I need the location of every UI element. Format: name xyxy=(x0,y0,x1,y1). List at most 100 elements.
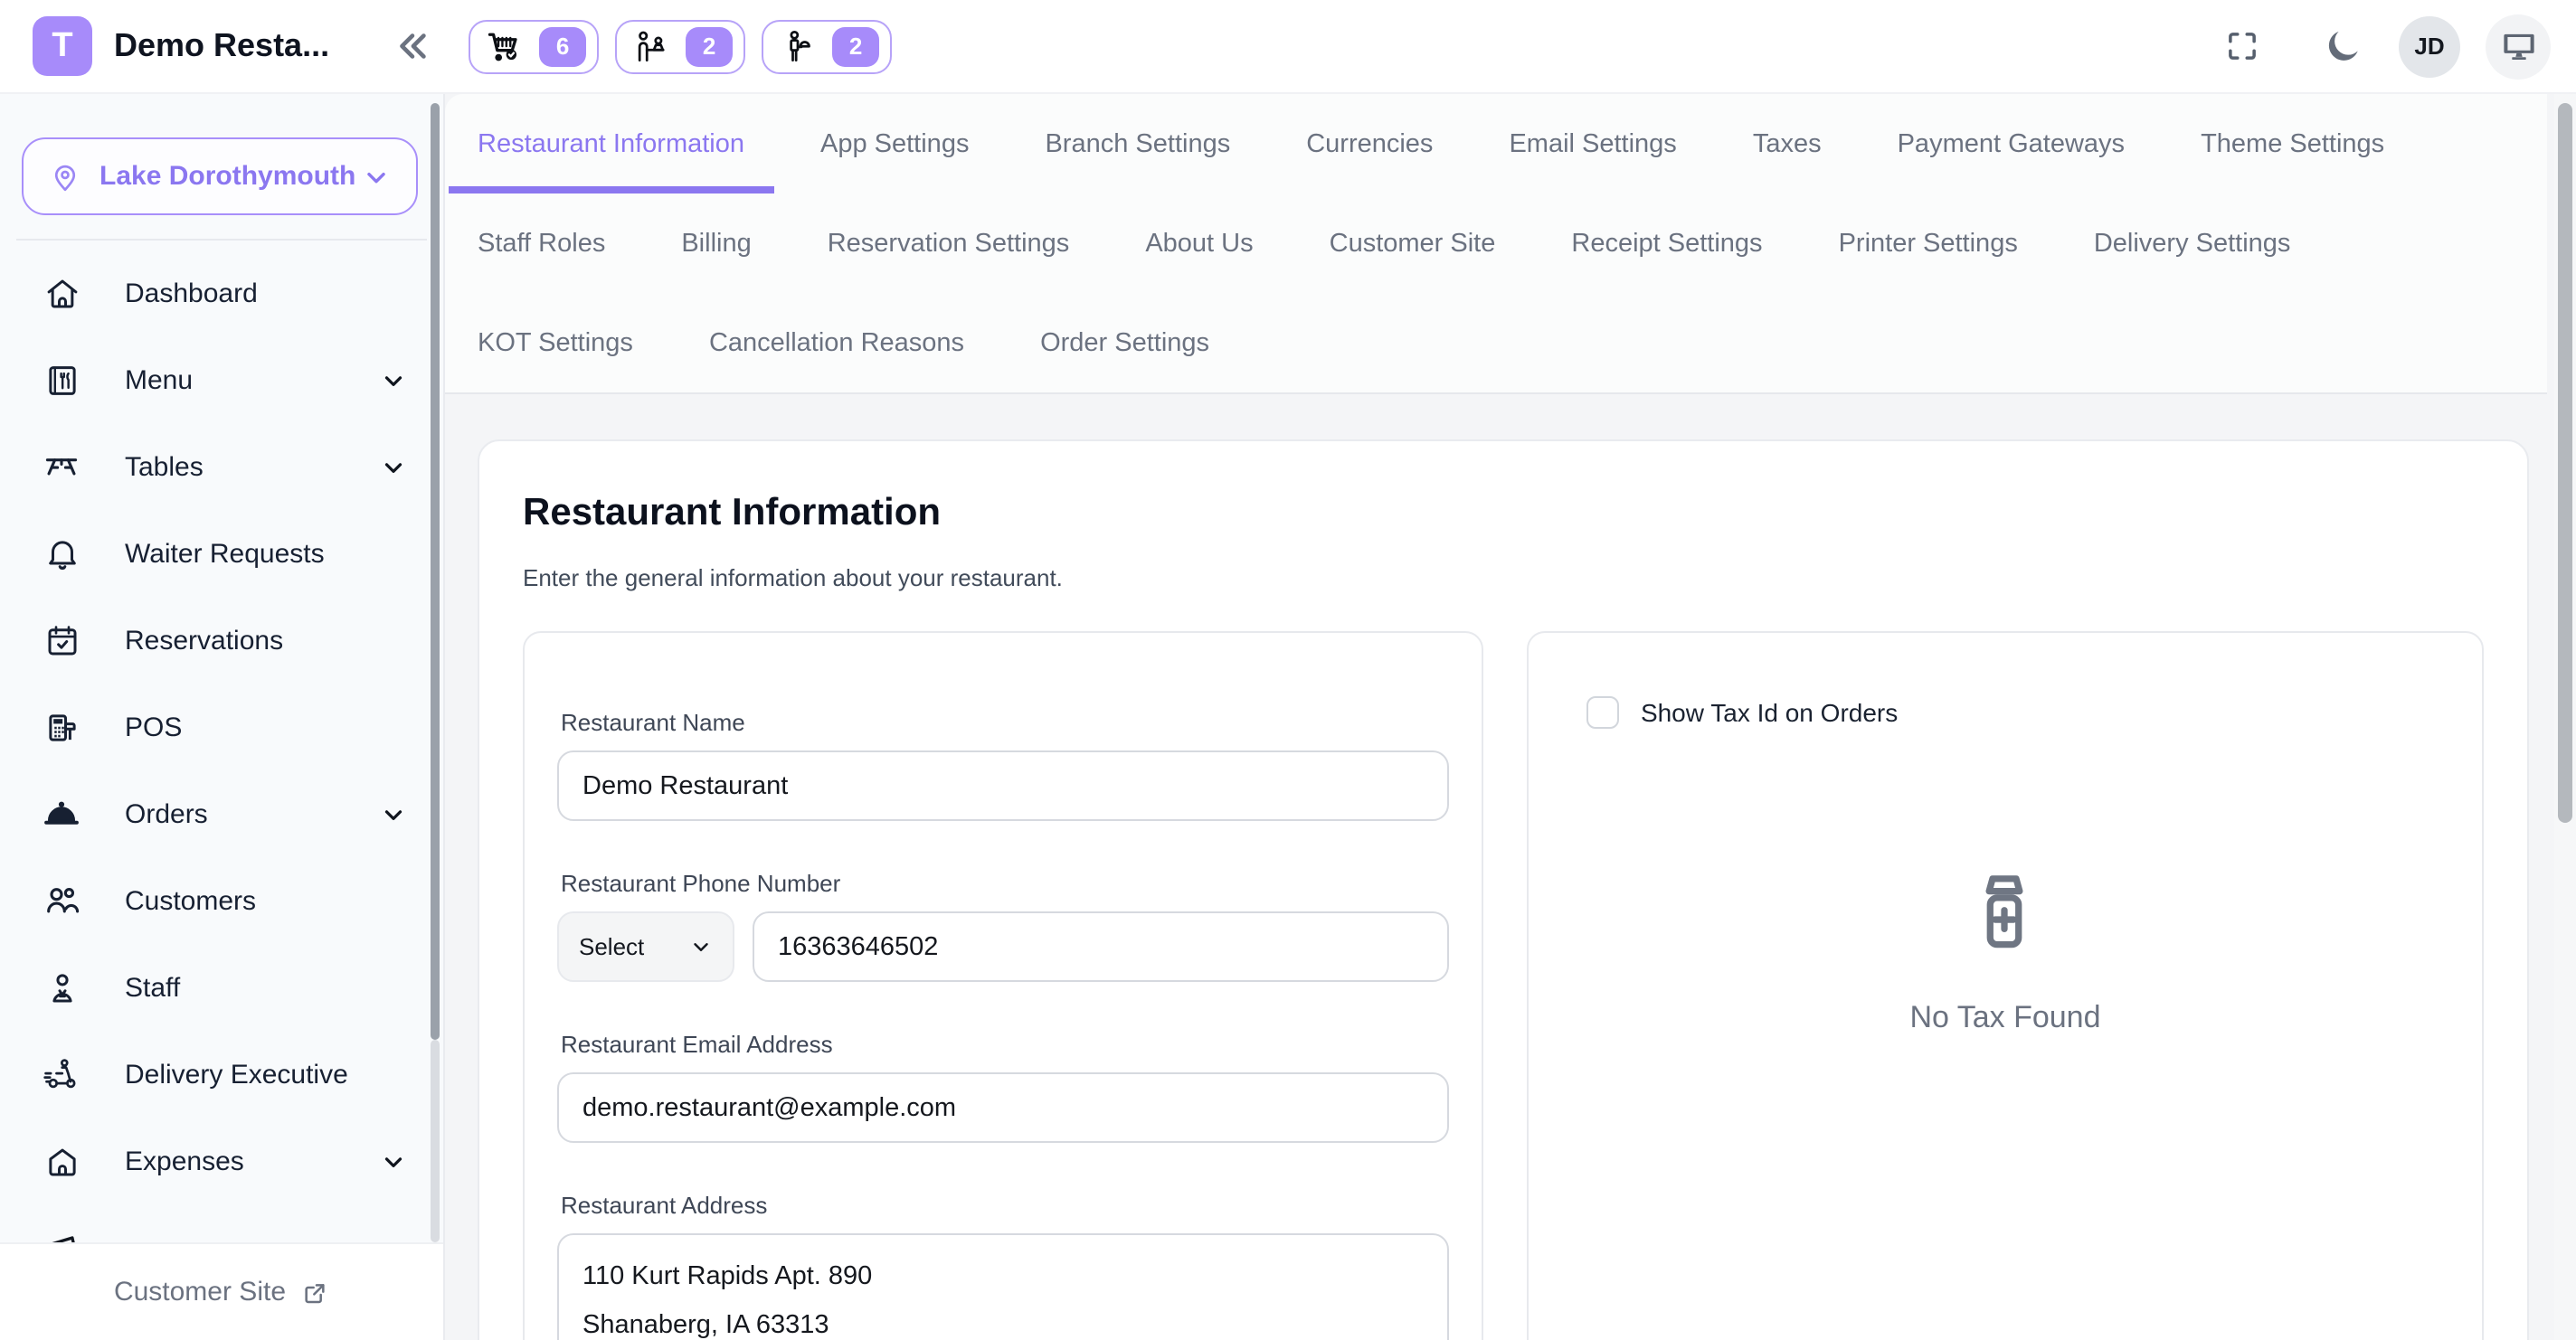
tab-row-2: Staff Roles Billing Reservation Settings… xyxy=(445,193,2547,293)
restaurant-email-input[interactable] xyxy=(557,1072,1449,1143)
fullscreen-icon xyxy=(2222,27,2260,65)
restaurant-info-form: Restaurant Name Restaurant Phone Number … xyxy=(523,631,1483,1340)
customer-site-label: Customer Site xyxy=(114,1277,286,1307)
restaurant-phone-label: Restaurant Phone Number xyxy=(561,870,1449,897)
chevron-down-icon xyxy=(689,935,713,958)
no-tax-empty-state: No Tax Found xyxy=(1586,870,2424,1036)
sidebar-item-reservations[interactable]: Reservations xyxy=(0,597,443,684)
sidebar-item-label: Reservations xyxy=(125,625,283,656)
sidebar-item-label: Orders xyxy=(125,798,208,829)
branch-selector[interactable]: Lake Dorothymouth xyxy=(22,137,418,215)
cart-check-icon xyxy=(485,26,525,66)
cart-orders-badge[interactable]: 6 xyxy=(469,19,599,73)
sidebar-item-delivery-executive[interactable]: Delivery Executive xyxy=(0,1031,443,1118)
chevron-down-icon xyxy=(380,453,407,480)
chevron-down-icon xyxy=(362,162,391,191)
chevrons-left-icon xyxy=(391,25,432,67)
external-link-icon xyxy=(300,1278,329,1307)
tab-cancellation-reasons[interactable]: Cancellation Reasons xyxy=(680,293,993,392)
tab-row-1: Restaurant Information App Settings Bran… xyxy=(445,94,2547,193)
chevron-down-icon xyxy=(380,1147,407,1175)
page-scrollbar-thumb[interactable] xyxy=(2558,103,2572,823)
sidebar-item-tables[interactable]: Tables xyxy=(0,423,443,510)
tab-restaurant-information[interactable]: Restaurant Information xyxy=(449,94,773,193)
tab-delivery-settings[interactable]: Delivery Settings xyxy=(2065,193,2320,293)
moon-icon xyxy=(2322,25,2363,67)
tab-reservation-settings[interactable]: Reservation Settings xyxy=(799,193,1099,293)
phone-country-select[interactable]: Select xyxy=(557,911,734,982)
sidebar-item-clipped[interactable] xyxy=(0,1204,443,1242)
app-header: T Demo Resta... 6 xyxy=(0,0,2576,94)
tab-email-settings[interactable]: Email Settings xyxy=(1480,94,1705,193)
waiter-requests-badge[interactable]: 2 xyxy=(615,19,745,73)
delivery-badge[interactable]: 2 xyxy=(762,19,892,73)
sidebar-collapse-button[interactable] xyxy=(391,25,432,67)
sidebar-item-label: Customers xyxy=(125,885,256,916)
monitor-icon xyxy=(2499,27,2537,65)
settings-tabs: Restaurant Information App Settings Bran… xyxy=(445,94,2547,394)
table-icon xyxy=(42,447,81,486)
house-icon xyxy=(42,1142,81,1180)
user-avatar[interactable]: JD xyxy=(2399,15,2460,77)
tab-payment-gateways[interactable]: Payment Gateways xyxy=(1869,94,2154,193)
sidebar-item-waiter-requests[interactable]: Waiter Requests xyxy=(0,510,443,597)
tab-app-settings[interactable]: App Settings xyxy=(791,94,998,193)
sidebar-item-expenses[interactable]: Expenses xyxy=(0,1118,443,1204)
page-scrollbar-track[interactable] xyxy=(2554,94,2576,1340)
tab-printer-settings[interactable]: Printer Settings xyxy=(1810,193,2047,293)
sidebar-nav: Dashboard Menu xyxy=(0,250,443,1242)
tab-order-settings[interactable]: Order Settings xyxy=(1011,293,1238,392)
sidebar-item-customers[interactable]: Customers xyxy=(0,857,443,944)
show-tax-id-checkbox[interactable] xyxy=(1586,696,1619,729)
page-title: Restaurant Information xyxy=(523,492,2484,535)
tab-taxes[interactable]: Taxes xyxy=(1724,94,1851,193)
tax-file-plus-icon xyxy=(1964,870,2047,964)
sidebar-item-label: Waiter Requests xyxy=(125,538,325,569)
dark-mode-toggle[interactable] xyxy=(2312,15,2373,77)
restaurant-phone-input[interactable] xyxy=(753,911,1449,982)
restaurant-address-textarea[interactable]: 110 Kurt Rapids Apt. 890 Shanaberg, IA 6… xyxy=(557,1233,1449,1340)
tax-panel: Show Tax Id on Orders No Tax Found xyxy=(1527,631,2484,1340)
tab-branch-settings[interactable]: Branch Settings xyxy=(1016,94,1259,193)
tab-about-us[interactable]: About Us xyxy=(1116,193,1282,293)
sidebar-item-label: POS xyxy=(125,712,182,742)
tab-kot-settings[interactable]: KOT Settings xyxy=(449,293,662,392)
cart-orders-count: 6 xyxy=(539,26,586,66)
clipped-item-icon xyxy=(42,1228,81,1242)
tab-currencies[interactable]: Currencies xyxy=(1277,94,1462,193)
sidebar-scrollbar-thumb[interactable] xyxy=(431,103,440,1040)
calendar-check-icon xyxy=(42,621,81,659)
cloche-icon xyxy=(42,794,81,834)
app-title: Demo Resta... xyxy=(114,27,329,65)
pos-screen-button[interactable] xyxy=(2486,14,2551,79)
show-tax-id-label: Show Tax Id on Orders xyxy=(1641,698,1898,727)
tab-staff-roles[interactable]: Staff Roles xyxy=(449,193,634,293)
no-tax-found-text: No Tax Found xyxy=(1909,1000,2100,1036)
header-badges: 6 2 xyxy=(469,19,892,73)
sidebar: Lake Dorothymouth Dashboard xyxy=(0,94,445,1340)
sidebar-item-orders[interactable]: Orders xyxy=(0,770,443,857)
tab-customer-site[interactable]: Customer Site xyxy=(1301,193,1525,293)
sidebar-item-label: Tables xyxy=(125,451,204,482)
sidebar-item-pos[interactable]: POS xyxy=(0,684,443,770)
sidebar-scrollbar-track xyxy=(431,1040,440,1242)
main-area: Restaurant Information App Settings Bran… xyxy=(445,94,2576,1340)
sidebar-item-staff[interactable]: Staff xyxy=(0,944,443,1031)
users-icon xyxy=(42,881,81,920)
sidebar-item-label: Delivery Executive xyxy=(125,1059,348,1090)
chevron-down-icon xyxy=(380,366,407,393)
tab-billing[interactable]: Billing xyxy=(652,193,780,293)
show-tax-id-row: Show Tax Id on Orders xyxy=(1586,696,2424,729)
tab-theme-settings[interactable]: Theme Settings xyxy=(2172,94,2413,193)
sidebar-item-label: Expenses xyxy=(125,1146,244,1176)
sidebar-item-dashboard[interactable]: Dashboard xyxy=(0,250,443,336)
person-icon xyxy=(42,968,81,1006)
customer-site-link[interactable]: Customer Site xyxy=(0,1242,443,1340)
restaurant-name-input[interactable] xyxy=(557,750,1449,821)
page-subtitle: Enter the general information about your… xyxy=(523,564,2484,591)
tab-receipt-settings[interactable]: Receipt Settings xyxy=(1542,193,1791,293)
sidebar-item-menu[interactable]: Menu xyxy=(0,336,443,423)
sidebar-item-label: Dashboard xyxy=(125,278,258,308)
fullscreen-button[interactable] xyxy=(2211,15,2272,77)
home-icon xyxy=(42,274,81,312)
